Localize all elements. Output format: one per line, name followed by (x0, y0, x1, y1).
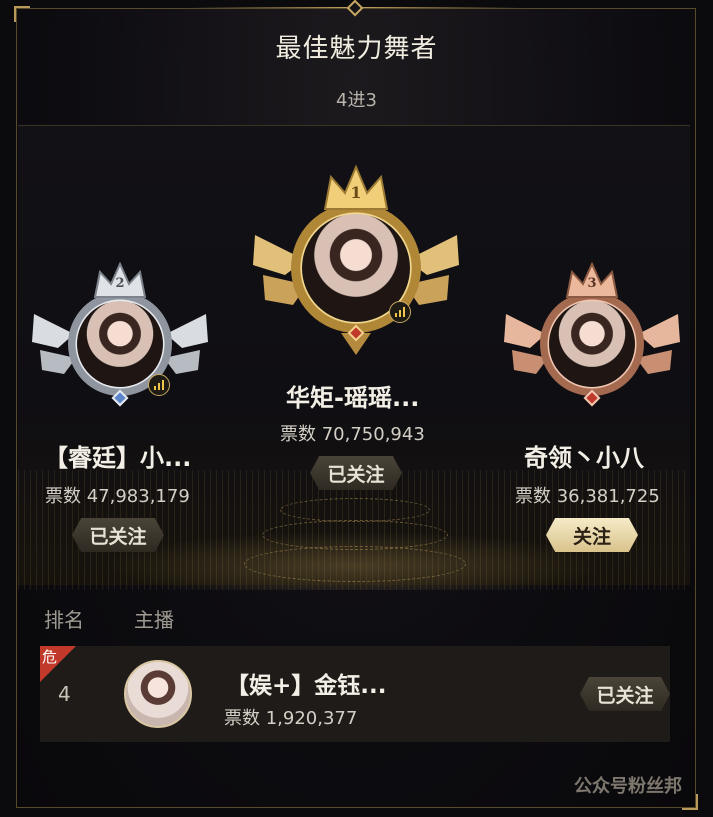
rank-number: 2 (115, 276, 125, 291)
watermark: 公众号粉丝邦 (574, 776, 682, 797)
row-name: 【娱+】金钰... (226, 673, 387, 699)
follow-button[interactable]: 已关注 (72, 518, 164, 552)
stage-ring (280, 498, 430, 522)
avatar (549, 301, 635, 387)
col-anchor-header: 主播 (134, 608, 174, 632)
medal-rank-3[interactable]: 3 (502, 261, 682, 422)
danger-label: 危 (42, 648, 58, 666)
table-row[interactable]: 危 4 【娱+】金钰... 票数 1,920,377 已关注 (40, 646, 670, 742)
rank-number: 3 (587, 276, 597, 291)
medal-disc (540, 292, 644, 396)
signal-icon (148, 374, 170, 396)
rank-number: 1 (350, 183, 362, 202)
follow-button[interactable]: 已关注 (310, 456, 402, 490)
podium-votes: 票数 36,381,725 (515, 486, 660, 507)
avatar[interactable] (124, 660, 192, 728)
row-votes: 票数 1,920,377 (224, 708, 358, 729)
avatar (77, 301, 163, 387)
crown-icon: 1 (321, 164, 391, 213)
crown-icon: 2 (92, 261, 148, 300)
crown-icon: 3 (564, 261, 620, 300)
follow-button[interactable]: 关注 (546, 518, 638, 552)
follow-button[interactable]: 已关注 (580, 677, 670, 711)
medal-rank-1[interactable]: 1 (245, 164, 467, 365)
col-rank-header: 排名 (44, 608, 84, 632)
stage-ring (244, 546, 466, 582)
podium-name: 华矩-瑶瑶... (286, 384, 420, 412)
round-subtitle: 4进3 (336, 90, 377, 111)
page-title: 最佳魅力舞者 (275, 34, 438, 64)
podium-name: 【睿廷】小... (44, 444, 192, 472)
row-rank: 4 (58, 682, 71, 706)
podium-votes: 票数 47,983,179 (45, 486, 190, 507)
medal-rank-2[interactable]: 2 (30, 261, 210, 422)
podium-votes: 票数 70,750,943 (280, 424, 425, 445)
podium-name: 奇领丶小八 (524, 444, 644, 472)
signal-icon (389, 301, 411, 323)
